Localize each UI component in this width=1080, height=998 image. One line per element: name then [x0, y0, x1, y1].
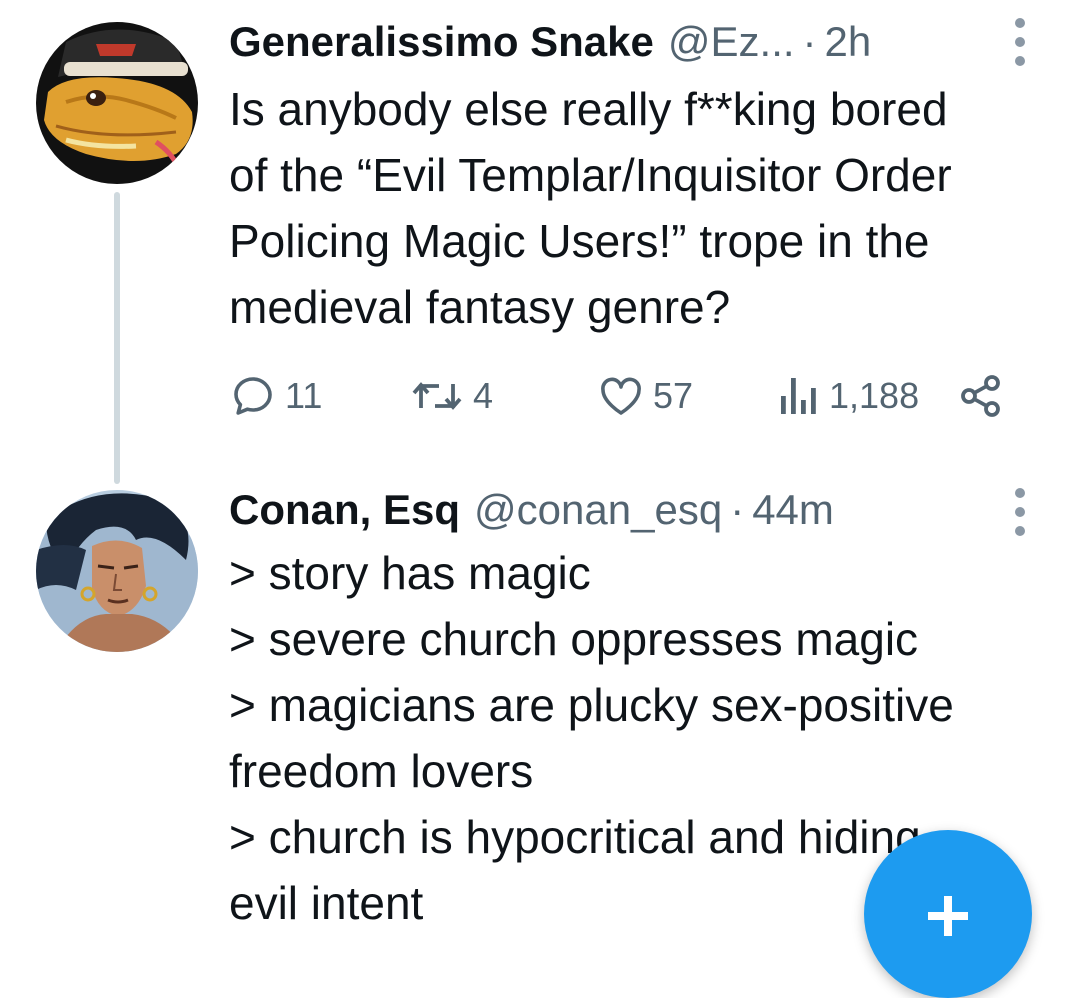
tweet-text: Is anybody else really f**king bored of … — [229, 76, 1050, 340]
display-name[interactable]: Generalissimo Snake — [229, 12, 654, 72]
tweet-header: Generalissimo Snake @Ez... · 2h — [229, 12, 871, 72]
text-line: of the “Evil Templar/Inquisitor Order — [229, 149, 952, 201]
separator: · — [802, 18, 817, 65]
text-line: > story has magic — [229, 547, 591, 599]
action-bar: 11 4 57 1,188 — [229, 368, 1020, 424]
text-line: freedom lovers — [229, 745, 534, 797]
text-line: > magicians are plucky sex-positive — [229, 679, 954, 731]
display-name[interactable]: Conan, Esq — [229, 480, 460, 540]
repost-button[interactable]: 4 — [409, 368, 493, 424]
avatar[interactable] — [36, 490, 198, 652]
snake-avatar-icon — [36, 22, 198, 184]
text-line: medieval fantasy genre? — [229, 281, 731, 333]
share-icon — [961, 375, 1000, 417]
tweet-1[interactable]: Generalissimo Snake @Ez... · 2h Is anybo… — [0, 0, 1080, 480]
views-button[interactable]: 1,188 — [777, 368, 919, 424]
compose-button[interactable] — [864, 830, 1032, 998]
tweet-header: Conan, Esq @conan_esq · 44m — [229, 480, 834, 540]
text-line: > severe church oppresses magic — [229, 613, 919, 665]
reply-count: 11 — [285, 375, 323, 416]
view-count: 1,188 — [829, 375, 920, 416]
text-line: Policing Magic Users!” trope in the — [229, 215, 930, 267]
more-vertical-icon[interactable] — [1008, 18, 1032, 66]
handle[interactable]: @Ez... — [668, 12, 795, 72]
thread-connector — [114, 192, 120, 484]
like-button[interactable]: 57 — [597, 368, 693, 424]
avatar[interactable] — [36, 22, 198, 184]
text-line: Is anybody else really f**king bored — [229, 83, 948, 135]
timestamp[interactable]: 44m — [752, 480, 834, 540]
timestamp[interactable]: 2h — [825, 12, 872, 72]
like-count: 57 — [653, 375, 694, 416]
views-icon — [781, 378, 816, 414]
barbarian-avatar-icon — [36, 490, 198, 652]
more-vertical-icon[interactable] — [1008, 488, 1032, 536]
separator: · — [730, 486, 745, 533]
repost-icon — [412, 382, 462, 410]
share-button[interactable] — [957, 368, 1005, 424]
reply-icon — [234, 377, 272, 415]
reply-button[interactable]: 11 — [229, 368, 322, 424]
heart-icon — [601, 377, 641, 415]
handle[interactable]: @conan_esq — [474, 480, 722, 540]
repost-count: 4 — [473, 375, 494, 416]
